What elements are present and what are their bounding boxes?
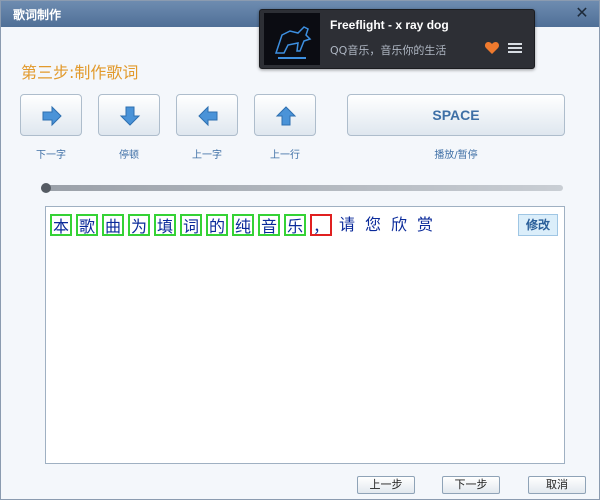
heart-icon[interactable] <box>484 40 500 56</box>
edit-button[interactable]: 修改 <box>518 214 558 236</box>
lyric-char[interactable]: 您 <box>362 214 384 236</box>
pause-label: 停顿 <box>119 150 139 161</box>
lyric-char[interactable]: ， <box>310 214 332 236</box>
step-title: 第三步:制作歌词 <box>21 63 139 82</box>
song-title: Freeflight - x ray dog <box>330 18 449 32</box>
mini-player-popup[interactable]: Freeflight - x ray dog QQ音乐，音乐你的生活 <box>259 9 535 69</box>
pause-button[interactable] <box>98 94 160 136</box>
space-button[interactable]: SPACE <box>347 94 565 136</box>
next-step-button[interactable]: 下一步 <box>442 476 500 494</box>
cancel-button[interactable]: 取消 <box>528 476 586 494</box>
lyrics-maker-window: 歌词制作 ✕ Freeflight - x ray dog QQ音乐，音乐你的生… <box>0 0 600 500</box>
next-char-button[interactable] <box>20 94 82 136</box>
lyric-char[interactable]: 请 <box>336 214 358 236</box>
arrow-down-icon <box>119 106 141 126</box>
album-cover <box>264 13 320 65</box>
arrow-up-icon <box>275 106 297 126</box>
player-slogan: QQ音乐，音乐你的生活 <box>330 44 447 57</box>
lyric-char[interactable]: 欣 <box>388 214 410 236</box>
progress-track[interactable] <box>41 185 563 191</box>
play-pause-label: 播放/暂停 <box>434 150 478 161</box>
lyric-char[interactable]: 歌 <box>76 214 98 236</box>
lyric-char[interactable]: 词 <box>180 214 202 236</box>
progress-thumb[interactable] <box>41 183 51 193</box>
lyric-char[interactable]: 填 <box>154 214 176 236</box>
arrow-left-icon <box>198 105 218 127</box>
prev-char-button[interactable] <box>176 94 238 136</box>
lyric-char[interactable]: 为 <box>128 214 150 236</box>
window-title: 歌词制作 <box>13 8 62 22</box>
lyric-char[interactable]: 乐 <box>284 214 306 236</box>
prev-line-label: 上一行 <box>270 150 300 161</box>
lyric-char[interactable]: 曲 <box>102 214 124 236</box>
lyric-char[interactable]: 音 <box>258 214 280 236</box>
menu-icon[interactable] <box>508 42 522 54</box>
prev-step-button[interactable]: 上一步 <box>357 476 415 494</box>
lyric-char[interactable]: 纯 <box>232 214 254 236</box>
prev-char-label: 上一字 <box>192 150 222 161</box>
lyric-char[interactable]: 的 <box>206 214 228 236</box>
prev-line-button[interactable] <box>254 94 316 136</box>
lyric-char[interactable]: 赏 <box>414 214 436 236</box>
arrow-right-icon <box>42 105 62 127</box>
lyric-char[interactable]: 本 <box>50 214 72 236</box>
close-icon[interactable]: ✕ <box>573 3 591 23</box>
lyrics-panel[interactable]: 本歌曲为填词的纯音乐，请您欣赏 修改 <box>45 206 565 464</box>
next-char-label: 下一字 <box>36 150 66 161</box>
